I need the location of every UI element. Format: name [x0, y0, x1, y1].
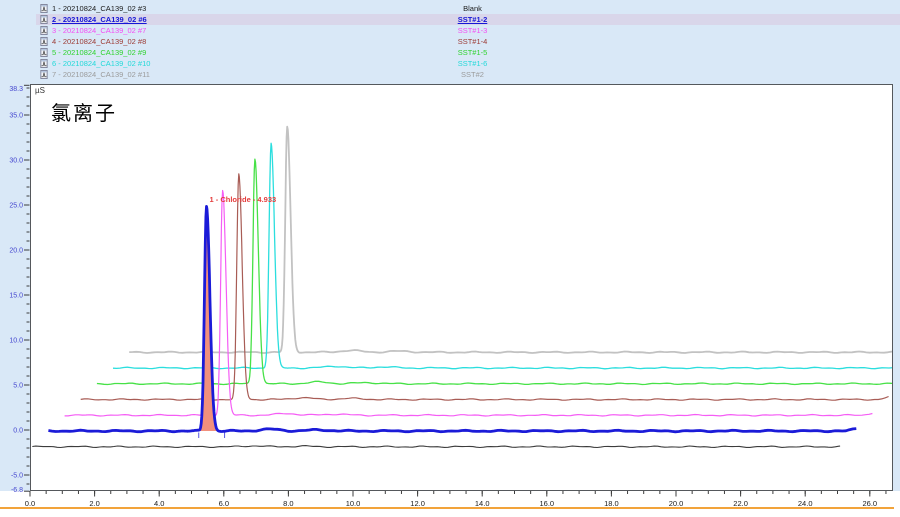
chromatogram-curves	[31, 85, 892, 490]
injection-name: 4 - 20210824_CA139_02 #8	[52, 36, 146, 47]
chromatogram-SST#1-6	[113, 143, 892, 368]
sample-name: SST#1-5	[415, 47, 530, 58]
injection-name: 7 - 20210824_CA139_02 #11	[52, 69, 150, 80]
bottom-accent-line	[0, 507, 894, 509]
injection-icon	[40, 37, 48, 46]
y-axis-unit-label: µS	[35, 86, 45, 95]
injection-icon	[40, 15, 48, 24]
injection-icon	[40, 26, 48, 35]
injection-icon	[40, 4, 48, 13]
sample-name: Blank	[415, 3, 530, 14]
right-gutter	[893, 84, 900, 491]
sample-name: SST#2	[415, 69, 530, 80]
legend-row-6[interactable]: 6 - 20210824_CA139_02 #10 SST#1-6	[0, 58, 900, 69]
legend-row-3[interactable]: 3 - 20210824_CA139_02 #7 SST#1-3	[0, 25, 900, 36]
injection-legend: 1 - 20210824_CA139_02 #3Blank2 - 2021082…	[0, 3, 900, 83]
x-axis: 0.02.04.06.08.010.012.014.016.018.020.02…	[0, 491, 900, 517]
sample-name: SST#1-4	[415, 36, 530, 47]
chromatogram-SST#1-3	[65, 191, 873, 417]
y-tick-label: 30.0	[9, 158, 23, 165]
y-tick-label: 20.0	[9, 248, 23, 255]
sample-name: SST#1-2	[415, 14, 530, 25]
injection-name: 1 - 20210824_CA139_02 #3	[52, 3, 146, 14]
y-axis: 38.335.030.025.020.015.010.05.00.0-5.0-6…	[0, 84, 30, 493]
y-tick-label: 0.0	[13, 428, 23, 435]
legend-row-7[interactable]: 7 - 20210824_CA139_02 #11 SST#2	[0, 69, 900, 80]
y-tick-label: 25.0	[9, 203, 23, 210]
injection-name: 3 - 20210824_CA139_02 #7	[52, 25, 146, 36]
plot-title: 氯离子	[51, 97, 117, 126]
y-tick-label: -5.0	[11, 473, 23, 480]
y-tick-label: 5.0	[13, 383, 23, 390]
y-tick-label: 10.0	[9, 338, 23, 345]
chromatogram-SST#1-2	[48, 206, 856, 431]
sample-name: SST#1-3	[415, 25, 530, 36]
legend-row-2[interactable]: 2 - 20210824_CA139_02 #6 SST#1-2	[0, 14, 900, 25]
legend-row-4[interactable]: 4 - 20210824_CA139_02 #8 SST#1-4	[0, 36, 900, 47]
peak-annotation-label: 1 - Chloride - 4.933	[209, 195, 276, 204]
legend-row-1[interactable]: 1 - 20210824_CA139_02 #3 Blank	[0, 3, 900, 14]
chromatogram-plot-area[interactable]: µS 氯离子 1 - Chloride - 4.933	[30, 84, 893, 491]
injection-name: 6 - 20210824_CA139_02 #10	[52, 58, 150, 69]
chromatogram-SST#1-5	[97, 159, 892, 384]
injection-icon	[40, 70, 48, 79]
injection-name: 5 - 20210824_CA139_02 #9	[52, 47, 146, 58]
sample-name: SST#1-6	[415, 58, 530, 69]
chromatogram-SST#1-4	[81, 174, 889, 400]
y-tick-label: 15.0	[9, 293, 23, 300]
y-tick-label: 38.3	[9, 86, 23, 93]
chromatogram-Blank	[32, 446, 840, 448]
injection-icon	[40, 59, 48, 68]
injection-name: 2 - 20210824_CA139_02 #6	[52, 14, 147, 25]
y-tick-label: 35.0	[9, 113, 23, 120]
injection-icon	[40, 48, 48, 57]
legend-row-5[interactable]: 5 - 20210824_CA139_02 #9 SST#1-5	[0, 47, 900, 58]
